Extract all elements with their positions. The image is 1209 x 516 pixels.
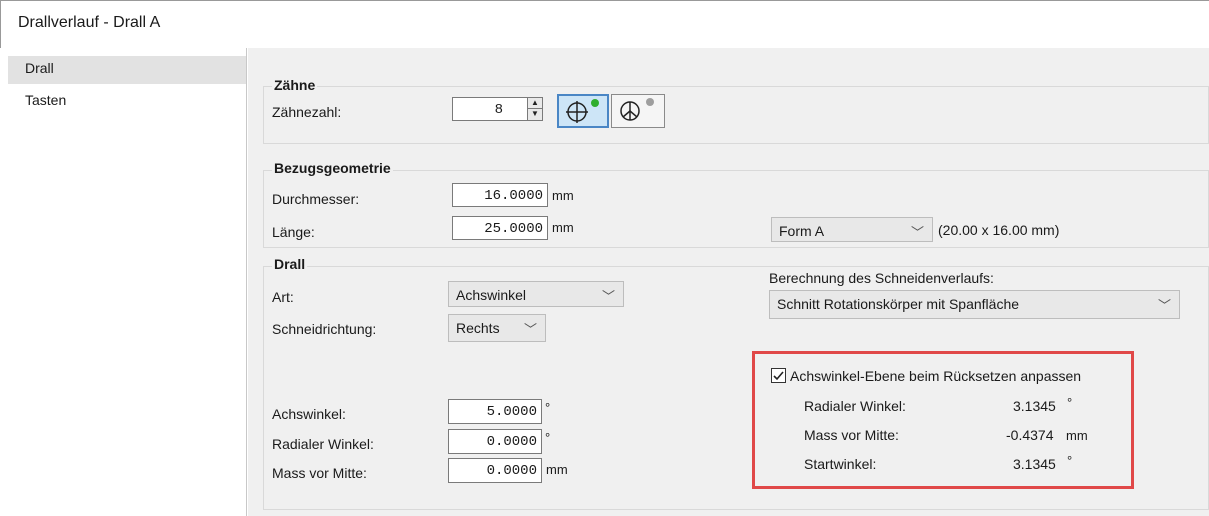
radialer-winkel-label: Radialer Winkel:: [272, 436, 374, 452]
chevron-down-icon: ﹀: [601, 289, 615, 304]
chevron-down-icon: ﹀: [523, 322, 537, 337]
berechnung-select-value: Schnitt Rotationskörper mit Spanfläche: [777, 296, 1020, 312]
berechnung-select[interactable]: Schnitt Rotationskörper mit Spanfläche ﹀: [769, 290, 1180, 319]
chevron-down-icon: ﹀: [910, 225, 924, 240]
reset-mass-vor-mitte-label: Mass vor Mitte:: [804, 427, 899, 443]
form-dimensions: (20.00 x 16.00 mm): [938, 222, 1060, 238]
durchmesser-unit: mm: [552, 188, 574, 203]
crosshair-circle-icon: [566, 99, 599, 123]
zaehne-group: [263, 86, 1209, 144]
reset-startwinkel-unit: °: [1067, 453, 1073, 468]
radialer-winkel-input[interactable]: 0.0000: [448, 429, 542, 454]
laenge-label: Länge:: [272, 224, 315, 240]
laenge-unit: mm: [552, 220, 574, 235]
reset-radialer-winkel-value: 3.1345: [1013, 398, 1056, 414]
reset-startwinkel-label: Startwinkel:: [804, 456, 877, 472]
mass-vor-mitte-input[interactable]: 0.0000: [448, 458, 542, 483]
spin-up-icon[interactable]: ▲: [528, 98, 542, 109]
sidebar-item-label: Tasten: [25, 92, 67, 108]
window-title: Drallverlauf - Drall A: [18, 14, 161, 31]
sidebar-item-drall[interactable]: Drall: [8, 56, 246, 84]
reset-checkbox[interactable]: [771, 368, 786, 383]
reset-radialer-winkel-unit: °: [1067, 395, 1073, 410]
tooth-pattern-even-button[interactable]: [557, 94, 609, 128]
schneidrichtung-select[interactable]: Rechts ﹀: [448, 314, 546, 342]
art-select[interactable]: Achswinkel ﹀: [448, 281, 624, 307]
zaehne-title: Zähne: [272, 77, 318, 93]
reset-mass-vor-mitte-value: -0.4374: [1006, 427, 1054, 443]
reset-radialer-winkel-label: Radialer Winkel:: [804, 398, 906, 414]
reset-checkbox-label[interactable]: Achswinkel-Ebene beim Rücksetzen anpasse…: [790, 368, 1081, 384]
chevron-down-icon: ﹀: [1157, 298, 1171, 313]
sidebar-item-label: Drall: [25, 60, 54, 76]
radialer-winkel-unit: °: [545, 430, 551, 445]
achswinkel-label: Achswinkel:: [272, 406, 346, 422]
title-bar: Drallverlauf - Drall A: [0, 0, 1209, 48]
sidebar: [6, 48, 247, 516]
durchmesser-input[interactable]: 16.0000: [452, 183, 548, 207]
durchmesser-label: Durchmesser:: [272, 191, 360, 207]
reset-mass-vor-mitte-unit: mm: [1066, 428, 1088, 443]
laenge-input[interactable]: 25.0000: [452, 216, 548, 240]
art-select-value: Achswinkel: [456, 287, 527, 303]
achswinkel-input[interactable]: 5.0000: [448, 399, 542, 424]
bezug-group: [263, 170, 1209, 248]
zaehnezahl-label: Zähnezahl:: [272, 104, 342, 120]
checkmark-icon: [773, 371, 784, 381]
achswinkel-unit: °: [545, 400, 551, 415]
drall-title: Drall: [272, 256, 308, 272]
sidebar-item-tasten[interactable]: Tasten: [8, 88, 246, 116]
form-select[interactable]: Form A ﹀: [771, 217, 933, 242]
form-select-value: Form A: [779, 223, 825, 239]
peace-circle-icon: [620, 98, 654, 121]
bezug-title: Bezugsgeometrie: [272, 160, 393, 176]
spin-down-icon[interactable]: ▼: [528, 109, 542, 120]
zaehnezahl-stepper[interactable]: ▲ ▼: [527, 97, 543, 121]
berechnung-label: Berechnung des Schneidenverlaufs:: [769, 270, 994, 286]
mass-vor-mitte-unit: mm: [546, 462, 568, 477]
tooth-pattern-uneven-button[interactable]: [611, 94, 665, 128]
zaehnezahl-input[interactable]: 8: [452, 97, 530, 121]
schneidrichtung-select-value: Rechts: [456, 320, 500, 336]
art-label: Art:: [272, 289, 294, 305]
mass-vor-mitte-label: Mass vor Mitte:: [272, 465, 367, 481]
reset-startwinkel-value: 3.1345: [1013, 456, 1056, 472]
schneidrichtung-label: Schneidrichtung:: [272, 321, 377, 337]
